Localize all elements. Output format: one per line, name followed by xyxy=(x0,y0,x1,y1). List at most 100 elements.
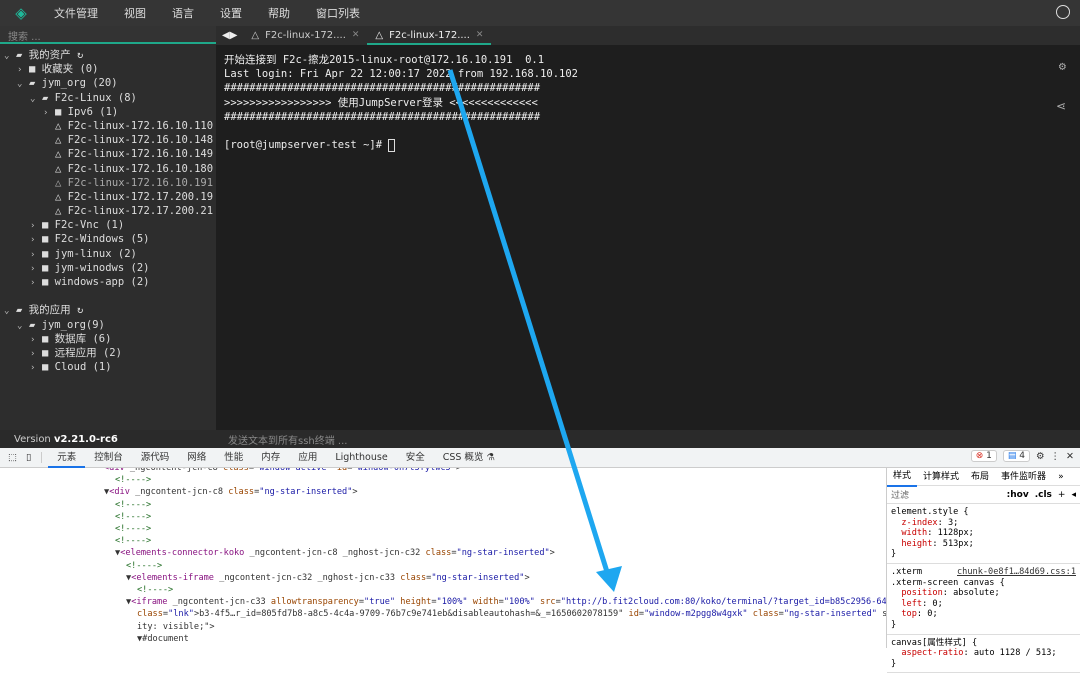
tree-node[interactable]: › ■ Cloud (1) xyxy=(0,360,216,374)
gear-icon[interactable]: ⚙ xyxy=(1036,451,1045,462)
styles-filter-input[interactable]: 过滤 xyxy=(891,488,1001,501)
user-icon[interactable] xyxy=(1056,5,1070,19)
chevron-icon[interactable]: ⌄ xyxy=(4,49,16,62)
chevron-icon[interactable]: › xyxy=(30,248,42,261)
dom-node-line[interactable]: ▼<iframe _ngcontent-jcn-c33 allowtranspa… xyxy=(0,596,886,608)
tree-node[interactable]: ⌄ ▰ jym_org(9) xyxy=(0,318,216,332)
styles-tab[interactable]: 布局 xyxy=(965,468,995,486)
devtools-tab[interactable]: 网络 xyxy=(178,448,215,468)
styles-tab[interactable]: 计算样式 xyxy=(917,468,965,486)
tree-node[interactable]: › ■ Ipv6 (1) xyxy=(0,105,216,119)
tree-node[interactable]: › ■ windows-app (2) xyxy=(0,275,216,289)
tree-node[interactable]: ⌄ ▰ jym_org (20) xyxy=(0,76,216,90)
tab-session-1[interactable]: △ F2c-linux-172.... ✕ xyxy=(243,26,367,45)
dom-node-line[interactable]: ▼<div _ngcontent-jcn-c8 class="ng-star-i… xyxy=(0,486,886,498)
styles-tab[interactable]: 样式 xyxy=(887,467,918,487)
menu-windows[interactable]: 窗口列表 xyxy=(316,5,360,21)
menu-view[interactable]: 视图 xyxy=(124,5,146,21)
dom-node-line[interactable]: <!----> xyxy=(0,474,886,486)
close-icon[interactable]: ✕ xyxy=(1066,451,1074,462)
tree-node[interactable]: ⌄ ▰ 我的应用 ↻ xyxy=(0,303,216,317)
tree-node[interactable]: › ■ jym-winodws (2) xyxy=(0,261,216,275)
css-rule[interactable]: element.style { z-index: 3; width: 1128p… xyxy=(887,504,1080,564)
devtools-tab[interactable]: Lighthouse xyxy=(326,448,396,468)
tree-node[interactable]: △ F2c-linux-172.16.10.191 xyxy=(0,176,216,190)
tree-node[interactable]: › ■ F2c-Vnc (1) xyxy=(0,218,216,232)
broadcast-input[interactable]: 发送文本到所有ssh终端 ... xyxy=(216,432,347,447)
elements-panel[interactable]: <div _ngcontent-jcn-c8 class="window act… xyxy=(0,468,886,648)
menu-settings[interactable]: 设置 xyxy=(220,5,242,21)
close-icon[interactable]: ✕ xyxy=(352,26,360,45)
css-rule[interactable]: canvas[属性样式] { aspect-ratio: auto 1128 /… xyxy=(887,635,1080,673)
more-icon[interactable]: ⋮ xyxy=(1051,451,1061,462)
tree-node[interactable]: ⌄ ▰ 我的资产 ↻ xyxy=(0,48,216,62)
dom-node-line[interactable]: <!----> xyxy=(0,511,886,523)
chevron-icon[interactable]: › xyxy=(30,361,42,374)
devtools-tab[interactable]: 控制台 xyxy=(85,448,132,468)
chevron-icon[interactable]: › xyxy=(17,63,29,76)
devtools-tab[interactable]: 源代码 xyxy=(132,448,179,468)
chevron-icon[interactable]: › xyxy=(30,333,42,346)
dom-node-line[interactable]: ▼<elements-iframe _ngcontent-jcn-c32 _ng… xyxy=(0,572,886,584)
dom-node-line[interactable]: <!----> xyxy=(0,499,886,511)
chevron-icon[interactable]: ⌄ xyxy=(4,304,16,317)
device-toggle-icon[interactable]: ▯ xyxy=(22,452,43,463)
devtools-tab[interactable]: 安全 xyxy=(397,448,434,468)
asset-search-input[interactable]: 搜索 ... xyxy=(0,26,216,44)
tree-node[interactable]: △ F2c-linux-172.16.10.149 xyxy=(0,147,216,161)
dom-node-line[interactable]: <!----> xyxy=(0,560,886,572)
chevron-icon[interactable]: ⌄ xyxy=(17,77,29,90)
menu-file[interactable]: 文件管理 xyxy=(54,5,98,21)
tree-node[interactable]: ⌄ ▰ F2c-Linux (8) xyxy=(0,91,216,105)
message-count-badge[interactable]: ▤ 4 xyxy=(1002,450,1030,462)
chevron-icon[interactable]: › xyxy=(30,262,42,275)
add-rule-icon[interactable]: + xyxy=(1058,490,1066,500)
dom-node-line[interactable]: class="lnk">b3-4f5…r_id=805fd7b8-a8c5-4c… xyxy=(0,608,886,620)
inspect-icon[interactable]: ⬚ xyxy=(0,452,22,463)
menu-help[interactable]: 帮助 xyxy=(268,5,290,21)
chevron-icon[interactable]: ⌄ xyxy=(17,319,29,332)
tab-session-2[interactable]: △ F2c-linux-172.... ✕ xyxy=(367,26,492,45)
tree-node[interactable]: △ F2c-linux-172.16.10.148 xyxy=(0,133,216,147)
styles-tab[interactable]: » xyxy=(1052,468,1070,486)
share-icon[interactable]: ⋖ xyxy=(1056,99,1066,113)
tree-node[interactable]: △ F2c-linux-172.16.10.110 xyxy=(0,119,216,133)
error-count-badge[interactable]: ⊗ 1 xyxy=(970,450,997,462)
tab-scroll-arrows-icon[interactable]: ◀▶ xyxy=(216,30,243,41)
toggle-sidebar-icon[interactable]: ◂ xyxy=(1071,490,1076,500)
dom-node-line[interactable]: <!----> xyxy=(0,535,886,547)
tree-node[interactable]: › ■ 收藏夹 (0) xyxy=(0,62,216,76)
tree-node[interactable]: › ■ 数据库 (6) xyxy=(0,332,216,346)
tree-node[interactable]: △ F2c-linux-172.16.10.180 xyxy=(0,162,216,176)
chevron-icon[interactable]: › xyxy=(30,276,42,289)
tree-node[interactable]: › ■ jym-linux (2) xyxy=(0,247,216,261)
devtools-tab[interactable]: 元素 xyxy=(48,448,86,468)
tree-node[interactable]: › ■ F2c-Windows (5) xyxy=(0,232,216,246)
chevron-icon[interactable]: › xyxy=(30,233,42,246)
devtools-tab[interactable]: CSS 概览 ⚗ xyxy=(434,448,504,468)
chevron-icon[interactable]: › xyxy=(30,347,42,360)
css-rule[interactable]: chunk-0e8f1…84d69.css:1 .xterm .xterm-scr… xyxy=(887,564,1080,635)
close-icon[interactable]: ✕ xyxy=(476,26,484,43)
terminal[interactable]: 开始连接到 F2c-擦龙2015-linux-root@172.16.10.19… xyxy=(216,45,1080,430)
dom-node-line[interactable]: <!----> xyxy=(0,584,886,596)
hov-button[interactable]: :hov xyxy=(1007,490,1029,500)
tree-node[interactable]: △ F2c-linux-172.17.200.21 xyxy=(0,204,216,218)
tree-node[interactable]: › ■ 远程应用 (2) xyxy=(0,346,216,360)
chevron-icon[interactable]: › xyxy=(43,106,55,119)
chevron-icon[interactable]: › xyxy=(30,219,42,232)
devtools-tab[interactable]: 性能 xyxy=(215,448,252,468)
menu-language[interactable]: 语言 xyxy=(172,5,194,21)
devtools-tab[interactable]: 内存 xyxy=(252,448,289,468)
cls-button[interactable]: .cls xyxy=(1035,490,1052,500)
dom-node-line[interactable]: ▼#document xyxy=(0,633,886,645)
styles-tab[interactable]: 事件监听器 xyxy=(995,468,1052,486)
settings-icon[interactable]: ⚙ xyxy=(1059,59,1066,73)
chevron-icon[interactable]: ⌄ xyxy=(30,92,42,105)
dom-node-line[interactable]: ity: visible;"> xyxy=(0,621,886,633)
dom-node-line[interactable]: ▼<elements-connector-koko _ngcontent-jcn… xyxy=(0,547,886,559)
devtools-tab[interactable]: 应用 xyxy=(289,448,326,468)
tree-node[interactable]: △ F2c-linux-172.17.200.19 (Ope xyxy=(0,190,216,204)
dom-node-line[interactable]: <!----> xyxy=(0,523,886,535)
tree-node[interactable] xyxy=(0,289,216,303)
